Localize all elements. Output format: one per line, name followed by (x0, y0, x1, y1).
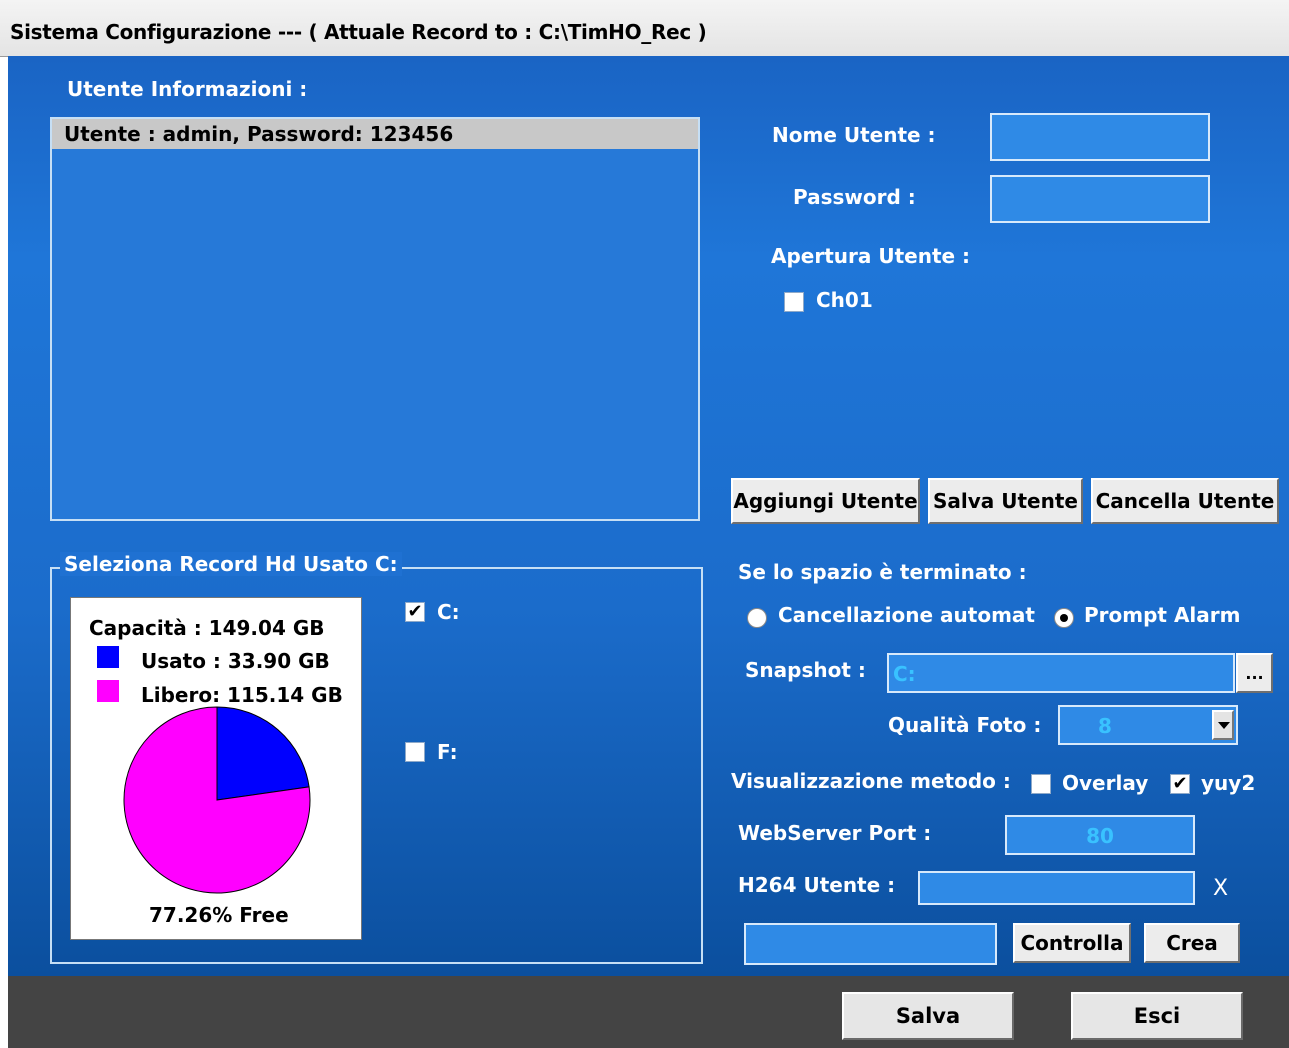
check-button[interactable]: Controlla (1013, 923, 1131, 963)
user-opening-label: Apertura Utente : (771, 244, 971, 268)
free-percent-text: 77.26% Free (149, 903, 289, 927)
yuy2-checkbox[interactable]: ✔ (1170, 774, 1190, 794)
window-title: Sistema Configurazione --- ( Attuale Rec… (10, 20, 707, 44)
snapshot-path-value: C: (893, 662, 916, 686)
password-label: Password : (793, 185, 916, 209)
user-info-header: Utente Informazioni : (67, 77, 308, 101)
exit-button[interactable]: Esci (1071, 992, 1243, 1040)
webserver-port-value: 80 (1086, 824, 1114, 848)
h264-user-field[interactable] (918, 871, 1195, 905)
drive-f-label: F: (437, 740, 458, 764)
ch01-checkbox[interactable] (784, 292, 804, 312)
photo-quality-label: Qualità Foto : (888, 713, 1042, 737)
save-user-button[interactable]: Salva Utente (928, 478, 1083, 524)
webserver-port-field[interactable]: 80 (1005, 815, 1195, 855)
snapshot-path-field[interactable]: C: (887, 653, 1235, 693)
delete-user-button[interactable]: Cancella Utente (1091, 478, 1279, 524)
drive-c-label: C: (437, 600, 460, 624)
free-swatch (97, 680, 119, 702)
prompt-alarm-radio[interactable] (1054, 608, 1074, 628)
h264-user-label: H264 Utente : (738, 873, 896, 897)
add-user-button[interactable]: Aggiungi Utente (731, 478, 920, 524)
yuy2-label: yuy2 (1201, 771, 1256, 795)
snapshot-label: Snapshot : (745, 658, 866, 682)
used-text: Usato : 33.90 GB (141, 649, 330, 673)
user-list[interactable]: Utente : admin, Password: 123456 (50, 117, 700, 521)
photo-quality-select[interactable]: 8 (1058, 705, 1238, 745)
username-field[interactable] (990, 113, 1210, 161)
password-field[interactable] (990, 175, 1210, 223)
chevron-down-icon[interactable] (1212, 710, 1234, 740)
auto-delete-radio[interactable] (747, 608, 767, 628)
drive-f-checkbox[interactable] (405, 742, 425, 762)
prompt-alarm-label: Prompt Alarm (1084, 603, 1241, 627)
overlay-label: Overlay (1062, 771, 1149, 795)
list-item[interactable]: Utente : admin, Password: 123456 (52, 119, 698, 149)
pie-slice-usato (216, 706, 310, 801)
ch01-label: Ch01 (816, 288, 873, 312)
used-swatch (97, 646, 119, 668)
username-label: Nome Utente : (772, 123, 936, 147)
clear-h264-icon[interactable]: X (1213, 876, 1228, 901)
overlay-checkbox[interactable] (1031, 774, 1051, 794)
webserver-port-label: WebServer Port : (738, 821, 932, 845)
disk-usage-chart: Capacità : 149.04 GB Usato : 33.90 GB Li… (70, 597, 362, 940)
create-button[interactable]: Crea (1144, 923, 1240, 963)
auto-delete-label: Cancellazione automat (778, 603, 1035, 627)
save-button[interactable]: Salva (842, 992, 1014, 1040)
title-bar: Sistema Configurazione --- ( Attuale Rec… (0, 0, 1289, 57)
drive-c-checkbox[interactable]: ✔ (405, 602, 425, 622)
browse-button[interactable]: ... (1236, 653, 1273, 693)
capacity-text: Capacità : 149.04 GB (89, 616, 325, 640)
hd-group-label: Seleziona Record Hd Usato C: (60, 552, 402, 576)
space-end-label: Se lo spazio è terminato : (738, 560, 1027, 584)
photo-quality-value: 8 (1098, 714, 1112, 738)
display-method-label: Visualizzazione metodo : (731, 769, 1011, 793)
h264-code-field[interactable] (744, 923, 997, 965)
disk-pie (123, 706, 311, 894)
